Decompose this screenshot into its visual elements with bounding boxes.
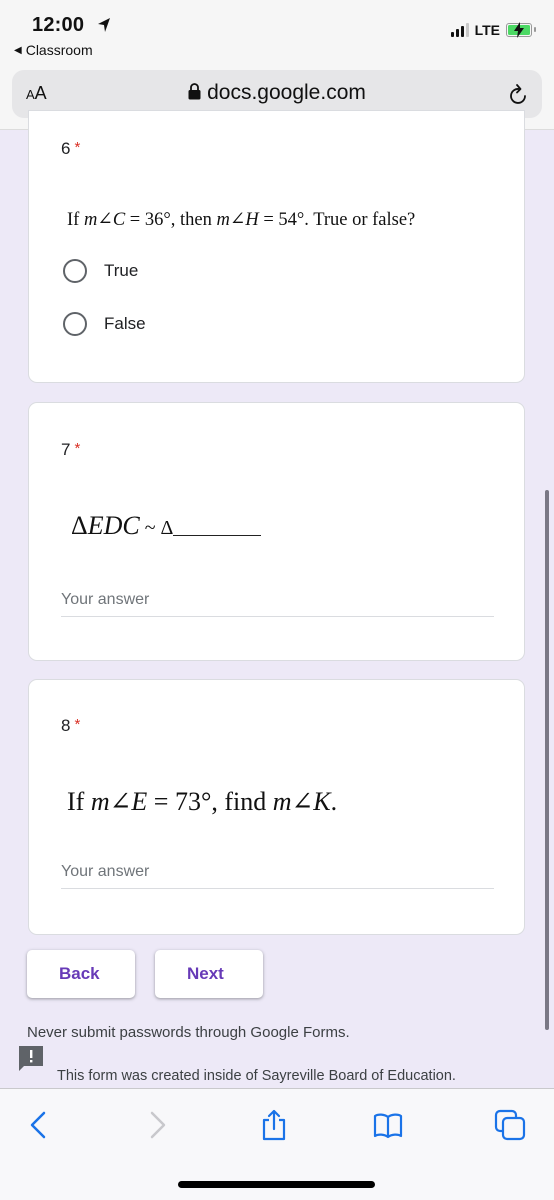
radio-button[interactable] (63, 312, 87, 336)
url-display[interactable]: docs.google.com (12, 81, 542, 105)
required-asterisk: * (74, 440, 81, 457)
network-type: LTE (474, 22, 500, 38)
clock: 12:00 (32, 14, 85, 36)
tabs-icon[interactable] (494, 1109, 526, 1141)
scrollbar[interactable] (545, 490, 549, 1030)
radio-button[interactable] (63, 259, 87, 283)
question-prompt: If m∠E = 73°, find m∠K. (67, 787, 338, 816)
home-indicator[interactable] (178, 1181, 375, 1188)
question-card-8: 8 * If m∠E = 73°, find m∠K. (28, 679, 525, 935)
back-button[interactable]: Back (27, 950, 135, 998)
answer-input[interactable] (61, 583, 494, 617)
required-asterisk: * (74, 716, 81, 733)
share-icon[interactable] (258, 1109, 290, 1141)
question-number: 6 * (61, 139, 81, 158)
battery-charging-icon (506, 22, 536, 38)
signal-strength-icon (450, 23, 469, 37)
question-number: 8 * (61, 716, 81, 735)
required-asterisk: * (74, 139, 81, 156)
back-icon[interactable] (24, 1109, 56, 1141)
radio-option-true[interactable]: True (63, 259, 138, 283)
password-notice: Never submit passwords through Google Fo… (27, 1024, 350, 1041)
answer-input[interactable] (61, 855, 494, 889)
forward-icon[interactable] (140, 1109, 172, 1141)
created-notice: This form was created inside of Sayrevil… (57, 1068, 456, 1084)
option-label: True (104, 261, 139, 280)
lock-icon (188, 83, 201, 100)
next-button[interactable]: Next (155, 950, 263, 998)
question-card-7: 7 * ΔEDC ~ Δ (28, 402, 525, 661)
status-indicators: LTE (450, 22, 536, 38)
location-arrow-icon (98, 18, 110, 32)
reload-icon[interactable] (508, 82, 530, 106)
report-abuse-icon[interactable] (18, 1045, 44, 1071)
back-to-app-link[interactable]: ◀ Classroom (14, 42, 93, 58)
option-label: False (104, 314, 146, 333)
radio-option-false[interactable]: False (63, 312, 146, 336)
status-bar: 12:00 ◀ Classroom LTE (0, 0, 554, 68)
question-card-6: 6 * If m∠C = 36°, then m∠H = 54°. True or… (28, 110, 525, 383)
question-number: 7 * (61, 440, 81, 459)
question-prompt: ΔEDC ~ Δ (71, 511, 262, 541)
back-app-label: Classroom (25, 42, 93, 58)
question-prompt: If m∠C = 36°, then m∠H = 54°. True or fa… (67, 210, 416, 230)
bookmarks-icon[interactable] (372, 1109, 404, 1141)
blank-line (173, 518, 262, 536)
url-text: docs.google.com (207, 81, 366, 104)
back-triangle-icon: ◀ (14, 44, 22, 56)
